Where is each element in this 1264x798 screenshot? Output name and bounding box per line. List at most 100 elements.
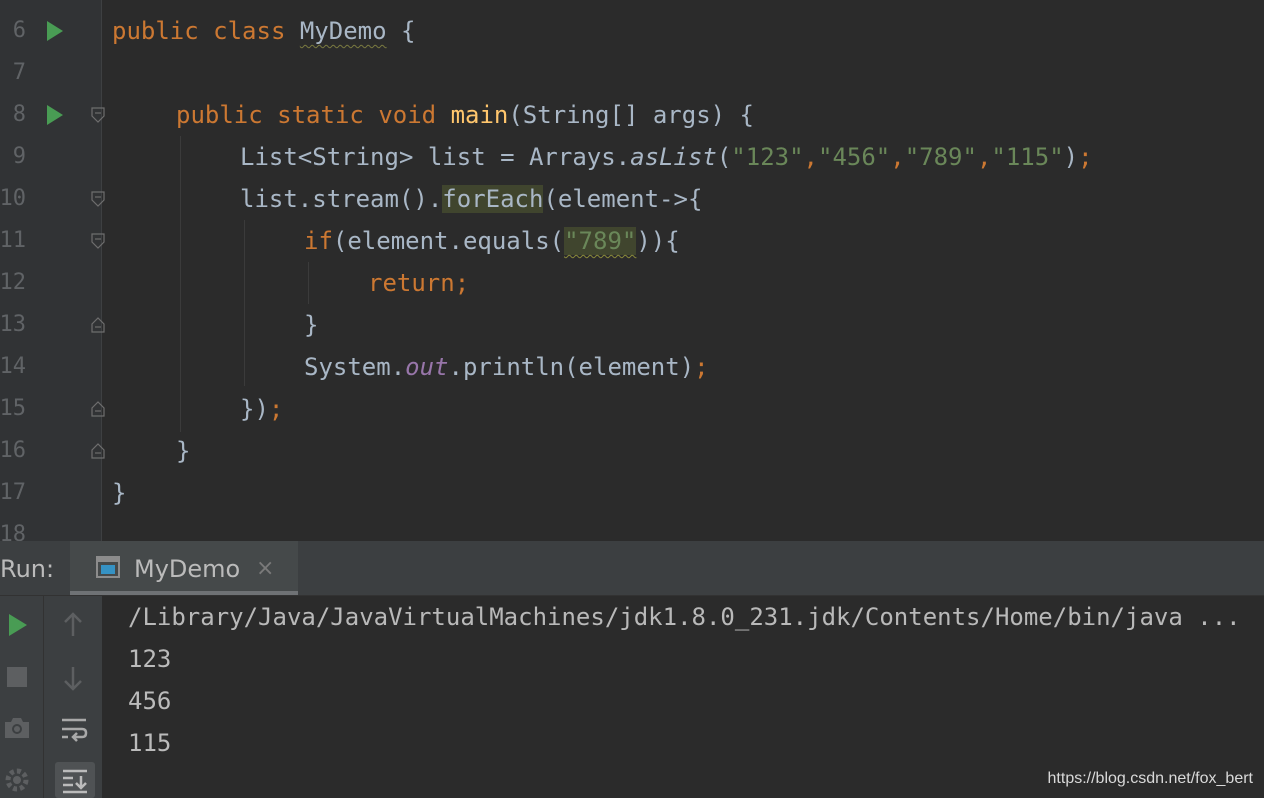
keyword: return [368, 269, 455, 297]
run-actions-toolbar [0, 596, 44, 798]
code-text: (element->{ [543, 185, 703, 213]
code-line: public class MyDemo { [112, 10, 415, 52]
tab-active-indicator [70, 591, 298, 595]
method-call-highlighted: forEach [442, 185, 544, 213]
code-line: return; [368, 262, 469, 304]
screenshot-icon[interactable] [3, 716, 31, 740]
keyword: class [213, 17, 286, 45]
line-number: 9 [12, 144, 26, 169]
console-line: 123 [128, 645, 172, 673]
gutter-row: 9 [0, 136, 101, 178]
fold-close-icon[interactable] [91, 443, 105, 459]
fold-open-icon[interactable] [91, 191, 105, 207]
string-literal: "115" [991, 143, 1064, 171]
run-label: Run: [0, 555, 55, 583]
gutter-row: 13 [0, 304, 105, 346]
tab-label: MyDemo [134, 555, 241, 583]
code-line: list.stream().forEach(element->{ [240, 178, 702, 220]
line-number: 17 [0, 480, 26, 505]
gutter-row: 14 [0, 346, 101, 388]
settings-icon[interactable] [3, 766, 35, 798]
code-text: }) [240, 395, 269, 423]
scroll-to-end-button[interactable] [55, 762, 95, 798]
fold-open-icon[interactable] [91, 107, 105, 123]
stop-icon[interactable] [7, 667, 27, 687]
console-output[interactable]: /Library/Java/JavaVirtualMachines/jdk1.8… [103, 596, 1264, 798]
run-gutter-icon[interactable] [47, 105, 63, 125]
fold-close-icon[interactable] [91, 401, 105, 417]
code-text: System. [304, 353, 406, 381]
line-number: 18 [0, 522, 26, 541]
gutter-row: 15 [0, 388, 105, 430]
fold-close-icon[interactable] [91, 317, 105, 333]
string-literal: "789" [904, 143, 977, 171]
params: (String[] args) { [508, 101, 754, 129]
line-number: 10 [0, 186, 26, 211]
gutter-row: 10 [0, 178, 105, 220]
comma: , [890, 143, 905, 171]
gutter-row: 7 [0, 52, 101, 94]
code-text: List<String> list = Arrays. [240, 143, 631, 171]
scroll-up-icon[interactable] [63, 612, 83, 638]
paren: ) [1063, 143, 1079, 171]
line-number: 14 [0, 354, 26, 379]
gutter-row: 12 [0, 262, 101, 304]
line-number: 13 [0, 312, 26, 337]
string-literal-warning: "789" [564, 227, 637, 255]
semicolon: ; [454, 269, 470, 297]
code-editor[interactable]: 6 7 8 9 10 11 12 13 14 15 16 17 18 publi… [0, 0, 1264, 541]
comma: , [976, 143, 992, 171]
console-line: 115 [128, 729, 172, 757]
comma: , [803, 143, 818, 171]
indent-guide [180, 136, 181, 432]
method-name: main [450, 101, 509, 129]
code-line: } [112, 472, 126, 514]
console-line: /Library/Java/JavaVirtualMachines/jdk1.8… [128, 603, 1241, 631]
code-text: list.stream(). [240, 185, 443, 213]
gutter-row: 6 [0, 10, 101, 52]
gutter-row: 8 [0, 94, 105, 136]
gutter-row: 16 [0, 430, 105, 472]
keyword: static [277, 101, 364, 129]
paren: ( [716, 143, 732, 171]
line-number: 11 [0, 228, 26, 253]
close-icon[interactable]: × [256, 541, 274, 597]
semicolon: ; [268, 395, 284, 423]
indent-guide [308, 262, 309, 304]
code-line: public static void main(String[] args) { [176, 94, 754, 136]
watermark-text: https://blog.csdn.net/fox_bert [1047, 770, 1253, 787]
string-literal: "456" [818, 143, 891, 171]
run-toolbar: Run: MyDemo × [0, 541, 1264, 596]
gutter-row: 17 [0, 472, 101, 514]
fold-open-icon[interactable] [91, 233, 105, 249]
line-number: 7 [12, 60, 26, 85]
keyword: void [378, 101, 437, 129]
line-number: 8 [12, 102, 26, 127]
brace: { [401, 17, 416, 45]
console-line: 456 [128, 687, 172, 715]
brace: } [176, 437, 191, 465]
class-name: MyDemo [299, 17, 387, 45]
semicolon: ; [1078, 143, 1093, 171]
code-text: .println(element) [448, 353, 695, 381]
semicolon: ; [694, 353, 709, 381]
brace: } [112, 479, 127, 507]
line-gutter: 6 7 8 9 10 11 12 13 14 15 16 17 18 [0, 0, 105, 541]
code-line: } [304, 304, 318, 346]
scroll-down-icon[interactable] [63, 665, 83, 691]
keyword: public [176, 101, 263, 129]
scroll-to-end-icon [63, 769, 87, 794]
line-number: 12 [0, 270, 26, 295]
code-line: }); [240, 388, 283, 430]
line-number: 6 [12, 18, 26, 43]
code-text: (element.equals( [332, 227, 565, 255]
string-literal: "123" [731, 143, 804, 171]
static-field: out [405, 353, 449, 381]
console-window-icon [96, 556, 120, 578]
gutter-row: 11 [0, 220, 105, 262]
indent-guide [244, 220, 245, 386]
soft-wrap-icon[interactable] [60, 716, 88, 744]
run-gutter-icon[interactable] [47, 21, 63, 41]
tab-mydemo[interactable]: MyDemo × [70, 541, 298, 595]
rerun-icon[interactable] [7, 613, 29, 637]
